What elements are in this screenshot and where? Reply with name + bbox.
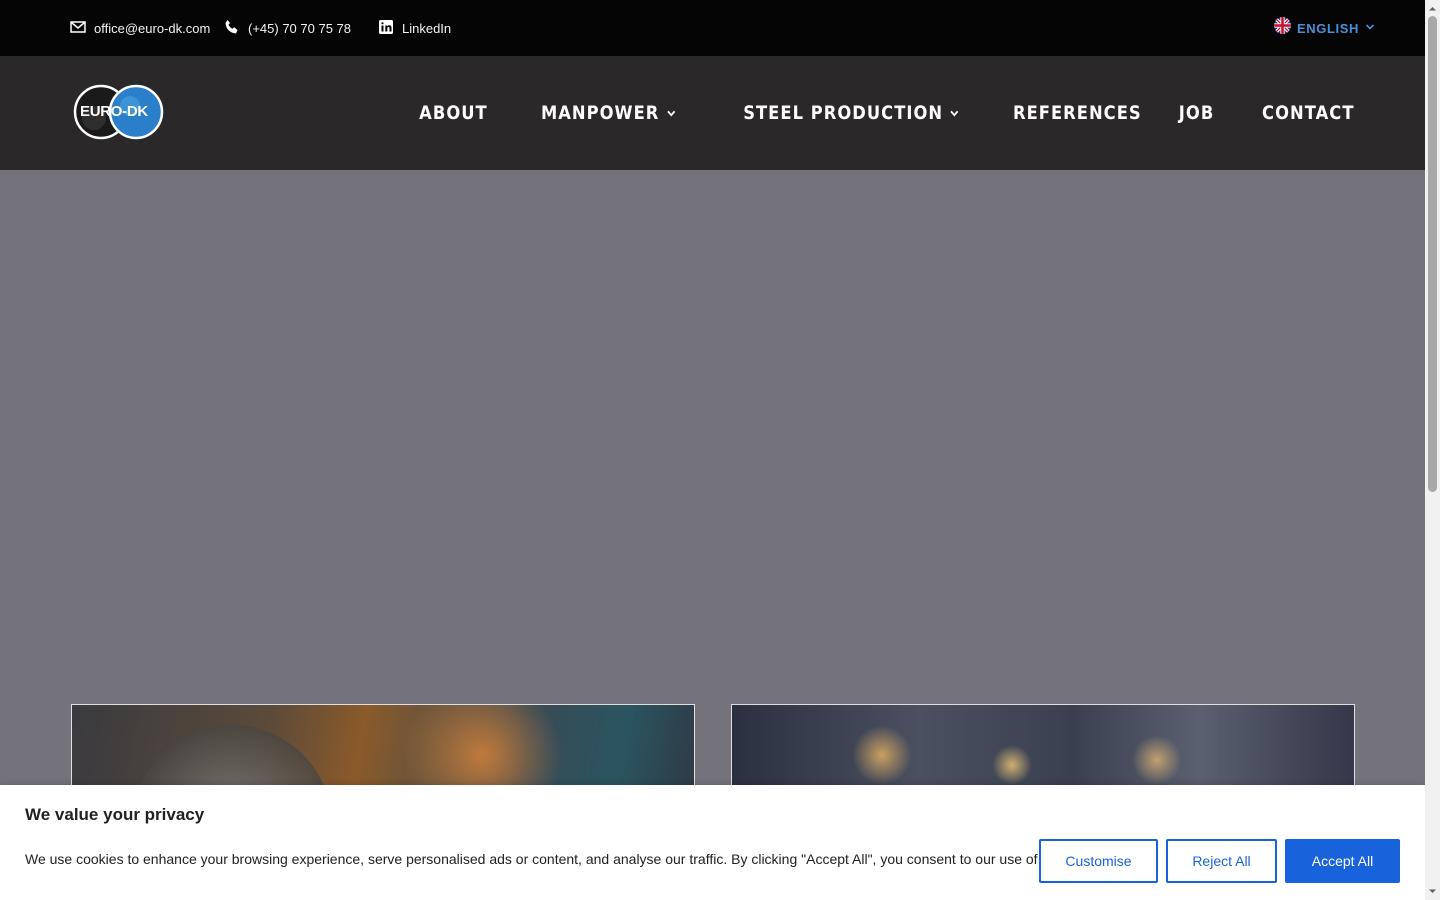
nav-manpower[interactable]: MANPOWER (541, 102, 676, 124)
light-bokeh (992, 745, 1032, 785)
language-label: ENGLISH (1297, 20, 1359, 36)
nav-references-label: REFERENCES (1012, 102, 1142, 124)
scroll-thumb[interactable] (1428, 16, 1437, 492)
euro-dk-logo[interactable]: EURO-DK (72, 84, 164, 140)
language-selector[interactable]: ENGLISH (1274, 0, 1375, 56)
cookie-text: We use cookies to enhance your browsing … (25, 851, 1093, 867)
uk-flag-icon (1274, 17, 1292, 39)
chevron-down-icon (1365, 19, 1375, 37)
nav-manpower-label: MANPOWER (541, 102, 660, 124)
phone-icon (224, 19, 240, 38)
nav-references[interactable]: REFERENCES (1012, 102, 1141, 124)
nav-contact-label: CONTACT (1261, 102, 1354, 124)
cookie-title: We value your privacy (25, 805, 205, 824)
top-contact-bar: office@euro-dk.com (+45) 70 70 75 78 Lin… (0, 0, 1425, 56)
page: office@euro-dk.com (+45) 70 70 75 78 Lin… (0, 0, 1440, 900)
reject-all-button[interactable]: Reject All (1166, 839, 1277, 883)
cookie-consent-banner: We value your privacy We use cookies to … (0, 785, 1425, 900)
logo-text: EURO-DK (80, 103, 148, 120)
light-bokeh (1132, 735, 1182, 785)
email-text: office@euro-dk.com (94, 20, 211, 36)
nav-contact[interactable]: CONTACT (1262, 102, 1354, 124)
linkedin-icon (378, 19, 394, 38)
nav-job-label: JOB (1178, 102, 1215, 124)
scroll-down-icon[interactable] (1428, 887, 1437, 896)
nav-steel-production-label: STEEL PRODUCTION (743, 102, 944, 124)
linkedin-link[interactable]: LinkedIn (378, 0, 451, 56)
scroll-up-icon[interactable] (1428, 4, 1437, 13)
site-header: EURO-DK ABOUT MANPOWER STEEL PRODUCTION … (0, 56, 1425, 170)
chevron-down-icon (667, 102, 676, 124)
chevron-down-icon (950, 102, 959, 124)
envelope-icon (70, 19, 86, 38)
phone-link[interactable]: (+45) 70 70 75 78 (224, 0, 351, 56)
light-bokeh (852, 725, 912, 785)
nav-steel-production[interactable]: STEEL PRODUCTION (743, 102, 959, 124)
main-navigation: ABOUT MANPOWER STEEL PRODUCTION REFERENC… (408, 56, 1354, 170)
nav-about-label: ABOUT (418, 102, 488, 124)
accept-all-button[interactable]: Accept All (1285, 839, 1400, 883)
nav-job[interactable]: JOB (1179, 102, 1215, 124)
phone-text: (+45) 70 70 75 78 (248, 20, 351, 36)
nav-about[interactable]: ABOUT (419, 102, 488, 124)
customise-button[interactable]: Customise (1039, 839, 1158, 883)
page-scrollbar[interactable] (1425, 0, 1440, 900)
email-link[interactable]: office@euro-dk.com (70, 0, 210, 56)
linkedin-text: LinkedIn (402, 20, 452, 36)
